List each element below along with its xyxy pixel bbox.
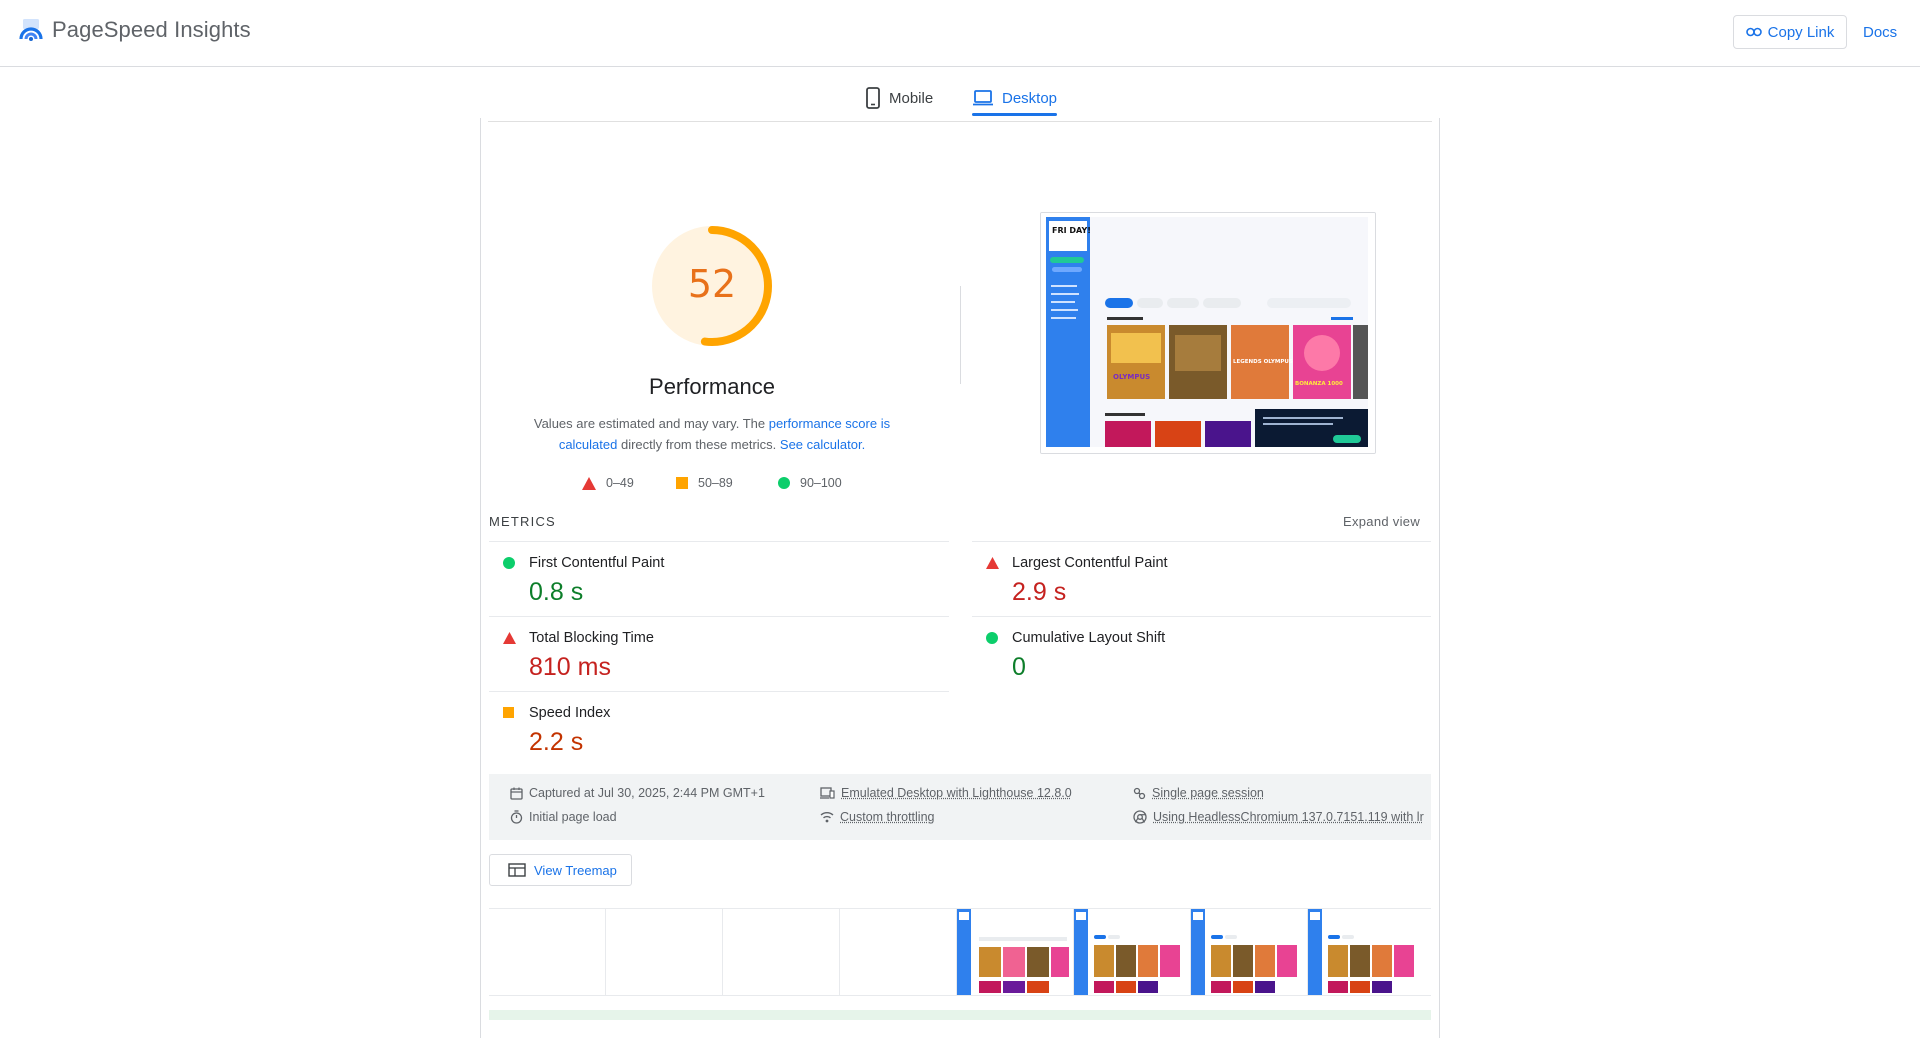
metric-cls: Cumulative Layout Shift 0 xyxy=(972,621,1422,691)
copy-link-button[interactable]: Copy Link xyxy=(1733,15,1847,49)
legend-average-label: 50–89 xyxy=(698,476,733,490)
divider xyxy=(972,616,1431,617)
divider xyxy=(488,121,1432,122)
devices-icon xyxy=(820,787,835,799)
throttling-text: Custom throttling xyxy=(840,810,935,824)
orange-square-icon xyxy=(676,477,688,489)
legend-pass: 90–100 xyxy=(778,474,842,492)
divider xyxy=(489,541,949,542)
green-circle-icon xyxy=(503,557,515,569)
brand[interactable]: PageSpeed Insights xyxy=(18,17,251,43)
game-title-2: LEGENDS OLYMPUS xyxy=(1233,359,1293,365)
red-triangle-icon xyxy=(503,632,516,644)
metric-value: 2.2 s xyxy=(529,728,584,756)
passed-audits-strip xyxy=(489,1010,1431,1020)
screenshot-image: FRI DAY! OLYMPUS LEGENDS OLYMPUS BONANZA… xyxy=(1041,213,1375,453)
filmstrip-frame-blank xyxy=(840,909,957,995)
metric-si: Speed Index 2.2 s xyxy=(489,696,939,766)
session-info[interactable]: Single page session xyxy=(1133,786,1264,800)
site-logo-text: FRI DAY! xyxy=(1052,226,1091,235)
load-info: Initial page load xyxy=(510,810,617,824)
red-triangle-icon xyxy=(986,557,999,569)
performance-title: Performance xyxy=(649,374,775,399)
tab-desktop[interactable]: Desktop xyxy=(972,80,1057,116)
game-title-1: OLYMPUS xyxy=(1113,373,1150,381)
see-calculator-link[interactable]: See calculator. xyxy=(780,437,865,452)
session-icon xyxy=(1133,787,1146,799)
game-title-3: BONANZA 1000 xyxy=(1295,381,1343,387)
tab-indicator xyxy=(972,113,1057,116)
metric-name: Total Blocking Time xyxy=(529,630,654,646)
emulation-text: Emulated Desktop with Lighthouse 12.8.0 xyxy=(841,786,1072,800)
timer-icon xyxy=(510,810,523,824)
runtime-settings: Captured at Jul 30, 2025, 2:44 PM GMT+1 … xyxy=(489,774,1431,840)
app-title: PageSpeed Insights xyxy=(52,17,251,42)
metric-value: 810 ms xyxy=(529,653,611,681)
expand-view-button[interactable]: Expand view xyxy=(1343,514,1420,529)
performance-score: 52 xyxy=(687,262,737,306)
metric-value: 0.8 s xyxy=(529,578,584,606)
divider xyxy=(489,616,949,617)
metric-tbt: Total Blocking Time 810 ms xyxy=(489,621,939,691)
tab-mobile[interactable]: Mobile xyxy=(865,80,933,116)
load-text: Initial page load xyxy=(529,810,617,824)
divider xyxy=(972,541,1431,542)
vertical-divider xyxy=(960,286,961,384)
metric-name: Cumulative Layout Shift xyxy=(1012,630,1166,646)
wifi-icon xyxy=(820,812,834,823)
laptop-icon xyxy=(973,90,993,106)
metric-value: 0 xyxy=(1012,653,1026,681)
chrome-icon xyxy=(1133,810,1147,824)
docs-link[interactable]: Docs xyxy=(1863,24,1897,41)
browser-text: Using HeadlessChromium 137.0.7151.119 wi… xyxy=(1153,810,1424,824)
captured-text: Captured at Jul 30, 2025, 2:44 PM GMT+1 xyxy=(529,786,765,800)
captured-info: Captured at Jul 30, 2025, 2:44 PM GMT+1 xyxy=(510,786,765,800)
metric-name: Speed Index xyxy=(529,705,611,721)
link-icon xyxy=(1745,27,1762,37)
desc-text-1: Values are estimated and may vary. The xyxy=(533,416,769,431)
view-treemap-button[interactable]: View Treemap xyxy=(489,854,632,886)
filmstrip-frame-2 xyxy=(1074,909,1191,995)
legend-pass-label: 90–100 xyxy=(800,476,842,490)
final-screenshot[interactable]: FRI DAY! OLYMPUS LEGENDS OLYMPUS BONANZA… xyxy=(1040,212,1376,454)
top-bar: PageSpeed Insights Copy Link Docs xyxy=(0,0,1920,67)
copy-link-label: Copy Link xyxy=(1767,23,1835,41)
performance-description: Values are estimated and may vary. The p… xyxy=(532,413,892,455)
pagespeed-logo-icon xyxy=(19,19,43,41)
legend-average: 50–89 xyxy=(676,474,733,492)
red-triangle-icon xyxy=(582,476,596,490)
metric-lcp: Largest Contentful Paint 2.9 s xyxy=(972,546,1422,616)
orange-square-icon xyxy=(503,707,514,718)
green-circle-icon xyxy=(778,477,790,489)
filmstrip-frame-blank xyxy=(606,909,723,995)
throttling-info[interactable]: Custom throttling xyxy=(820,810,934,824)
filmstrip-frame-4 xyxy=(1308,909,1425,995)
emulation-info[interactable]: Emulated Desktop with Lighthouse 12.8.0 xyxy=(820,786,1072,800)
metric-name: Largest Contentful Paint xyxy=(1012,555,1168,571)
metric-value: 2.9 s xyxy=(1012,578,1067,606)
metric-fcp: First Contentful Paint 0.8 s xyxy=(489,546,939,616)
legend-fail-label: 0–49 xyxy=(606,476,634,490)
session-text: Single page session xyxy=(1152,786,1264,800)
treemap-icon xyxy=(508,863,526,877)
metrics-header: METRICS xyxy=(489,514,556,529)
browser-info[interactable]: Using HeadlessChromium 137.0.7151.119 wi… xyxy=(1133,810,1424,824)
calendar-icon xyxy=(510,787,523,800)
view-treemap-label: View Treemap xyxy=(534,862,617,878)
legend-fail: 0–49 xyxy=(582,474,634,492)
divider xyxy=(489,691,949,692)
metric-name: First Contentful Paint xyxy=(529,555,665,571)
green-circle-icon xyxy=(986,632,998,644)
tab-desktop-label: Desktop xyxy=(1002,89,1058,107)
phone-icon xyxy=(866,87,880,109)
tab-mobile-label: Mobile xyxy=(889,89,934,107)
filmstrip-frame-blank xyxy=(723,909,840,995)
filmstrip-frame-blank xyxy=(489,909,606,995)
filmstrip xyxy=(489,908,1431,996)
filmstrip-frame-3 xyxy=(1191,909,1308,995)
filmstrip-frame-1 xyxy=(957,909,1074,995)
desc-text-2: directly from these metrics. xyxy=(617,437,780,452)
